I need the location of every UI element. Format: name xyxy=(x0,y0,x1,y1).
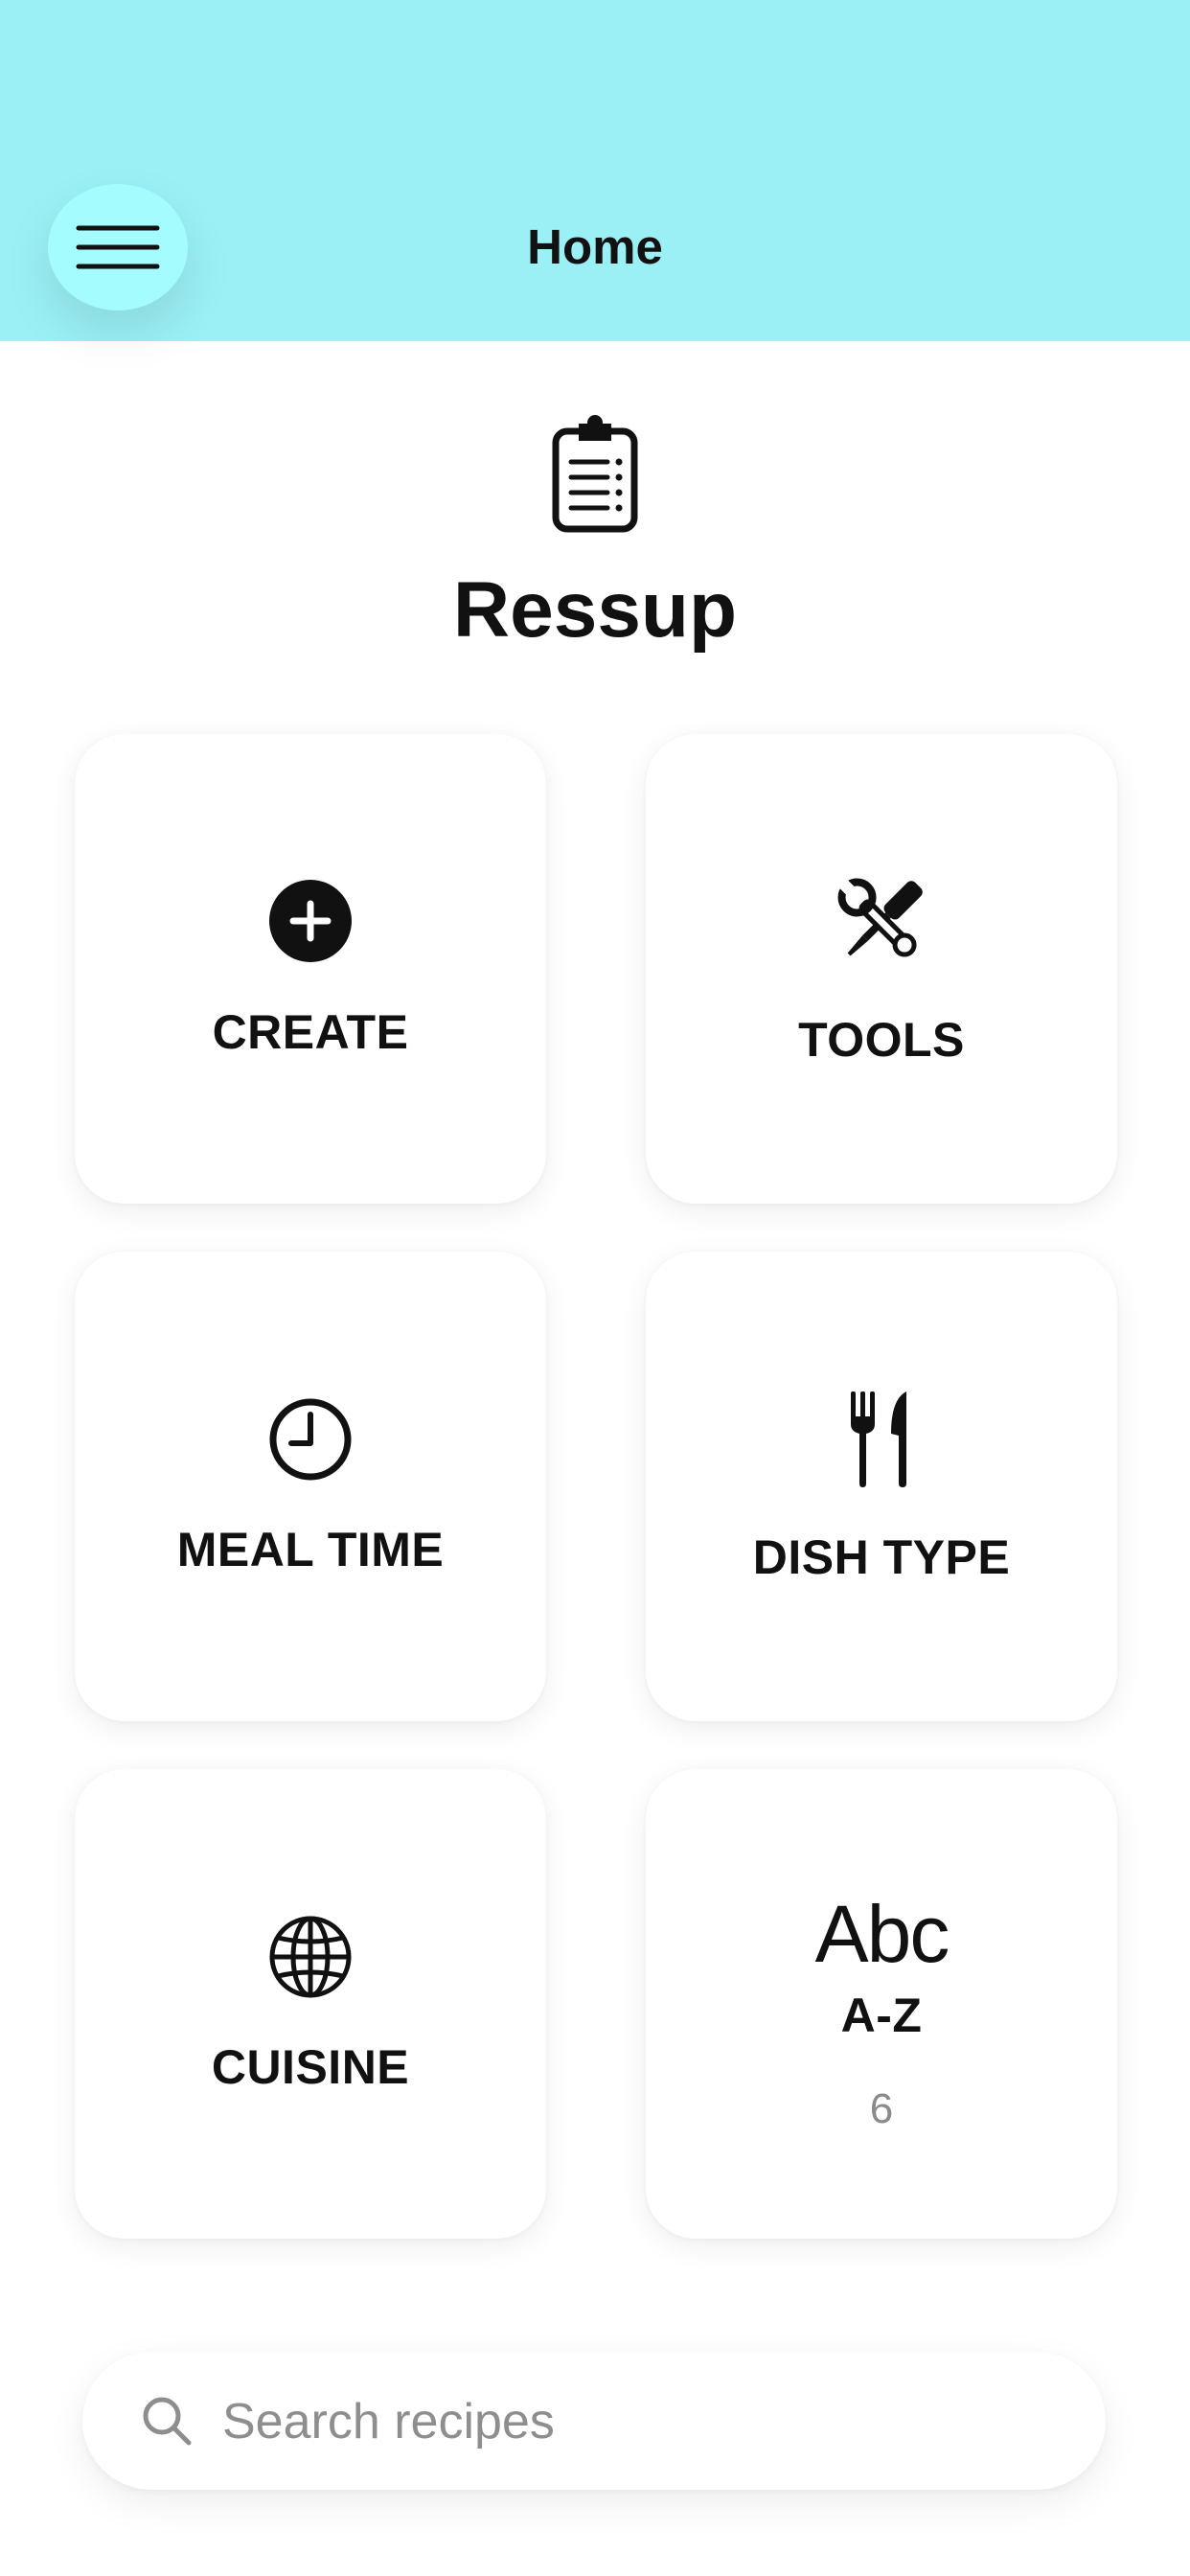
globe-icon xyxy=(269,1916,352,1998)
dish-type-tile[interactable]: DISH TYPE xyxy=(646,1252,1117,1721)
search-icon xyxy=(143,2397,192,2446)
create-tile[interactable]: CREATE xyxy=(75,734,546,1204)
cuisine-tile[interactable]: CUISINE xyxy=(75,1769,546,2239)
fork-knife-icon xyxy=(851,1392,906,1487)
dish-type-label: DISH TYPE xyxy=(752,1530,1011,1584)
cuisine-label: CUISINE xyxy=(211,2040,410,2094)
top-app-bar xyxy=(0,0,1190,341)
search-bar[interactable] xyxy=(82,2352,1106,2490)
app-title: Ressup xyxy=(452,566,738,654)
clock-icon xyxy=(269,1398,352,1481)
meal-time-label: MEAL TIME xyxy=(176,1523,445,1576)
tools-tile[interactable]: TOOLS xyxy=(646,734,1117,1204)
tools-icon xyxy=(837,878,923,957)
clipboard-list-icon xyxy=(552,415,638,533)
tools-label: TOOLS xyxy=(798,1013,965,1067)
a-z-tile[interactable]: Abc A-Z 6 xyxy=(646,1769,1117,2239)
recipe-count: 6 xyxy=(869,2085,894,2132)
search-input[interactable] xyxy=(220,2377,1067,2467)
meal-time-tile[interactable]: MEAL TIME xyxy=(75,1252,546,1721)
abc-icon: Abc xyxy=(814,1889,950,1979)
create-label: CREATE xyxy=(212,1005,409,1059)
plus-circle-icon xyxy=(269,880,352,962)
page-title: Home xyxy=(527,219,663,274)
a-z-label: A-Z xyxy=(840,1989,923,2042)
